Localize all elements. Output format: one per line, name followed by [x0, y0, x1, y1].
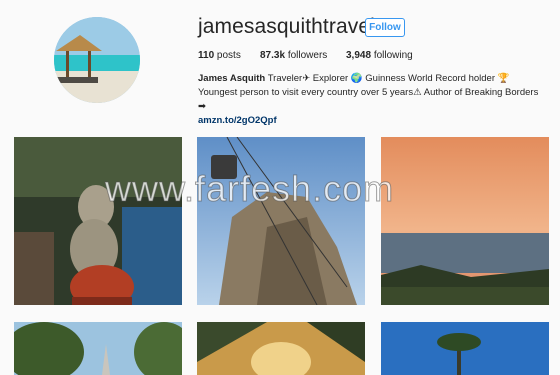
post-image — [197, 322, 365, 375]
followers-stat[interactable]: 87.3k followers — [260, 50, 327, 61]
following-count: 3,948 — [346, 50, 372, 61]
follow-button[interactable]: Follow — [365, 18, 405, 37]
post-tile[interactable] — [14, 137, 182, 305]
followers-label: followers — [287, 50, 328, 61]
avatar-image — [54, 17, 140, 103]
post-image — [381, 322, 549, 375]
following-label: following — [373, 50, 413, 61]
post-image — [197, 137, 365, 305]
post-image — [381, 137, 549, 305]
post-image — [14, 322, 182, 375]
post-tile[interactable] — [381, 137, 549, 305]
following-stat[interactable]: 3,948 following — [346, 50, 413, 61]
posts-label: posts — [216, 50, 241, 61]
post-tile[interactable] — [381, 322, 549, 375]
posts-stat: 110 posts — [198, 50, 241, 61]
profile-bio: James Asquith Traveler✈ Explorer 🌍 Guinn… — [198, 72, 548, 128]
posts-count: 110 — [198, 50, 215, 61]
post-image — [14, 137, 182, 305]
followers-count: 87.3k — [260, 50, 286, 61]
post-tile[interactable] — [14, 322, 182, 375]
bio-link[interactable]: amzn.to/2gO2Qpf — [198, 114, 548, 128]
profile-username: jamesasquithtravel — [198, 15, 375, 38]
post-tile[interactable] — [197, 137, 365, 305]
post-tile[interactable] — [197, 322, 365, 375]
profile-avatar[interactable] — [54, 17, 140, 103]
bio-name: James Asquith — [198, 73, 266, 84]
